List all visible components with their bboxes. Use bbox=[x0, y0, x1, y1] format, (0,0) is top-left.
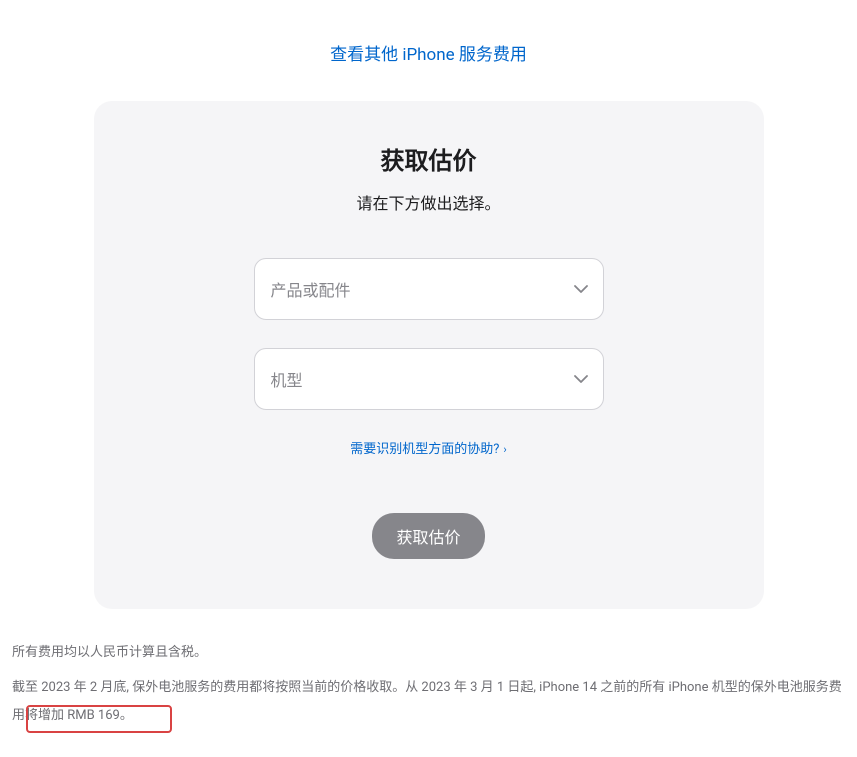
get-estimate-button[interactable]: 获取估价 bbox=[372, 513, 484, 559]
estimate-card: 获取估价 请在下方做出选择。 产品或配件 机型 需要识别机型方面的协助? › 获取… bbox=[94, 101, 764, 609]
footer-line-1: 所有费用均以人民币计算且含税。 bbox=[12, 639, 845, 668]
help-link-text: 需要识别机型方面的协助? bbox=[350, 442, 499, 457]
help-identify-link[interactable]: 需要识别机型方面的协助? › bbox=[134, 438, 724, 457]
product-select-wrapper: 产品或配件 bbox=[254, 258, 604, 320]
card-title: 获取估价 bbox=[134, 141, 724, 176]
model-select[interactable]: 机型 bbox=[254, 348, 604, 410]
product-select-placeholder: 产品或配件 bbox=[271, 277, 351, 301]
model-select-placeholder: 机型 bbox=[271, 367, 303, 391]
footer-notes: 所有费用均以人民币计算且含税。 截至 2023 年 2 月底, 保外电池服务的费… bbox=[10, 639, 847, 731]
footer-line-2: 截至 2023 年 2 月底, 保外电池服务的费用都将按照当前的价格收取。从 2… bbox=[12, 674, 845, 731]
chevron-right-icon: › bbox=[503, 443, 506, 456]
footer-line-2a: 截至 2023 年 2 月底, 保外电池服务的费用都将按照当前的价格收取。从 2… bbox=[12, 680, 829, 695]
card-subtitle: 请在下方做出选择。 bbox=[134, 190, 724, 214]
other-services-link[interactable]: 查看其他 iPhone 服务费用 bbox=[10, 40, 847, 65]
product-select[interactable]: 产品或配件 bbox=[254, 258, 604, 320]
model-select-wrapper: 机型 bbox=[254, 348, 604, 410]
